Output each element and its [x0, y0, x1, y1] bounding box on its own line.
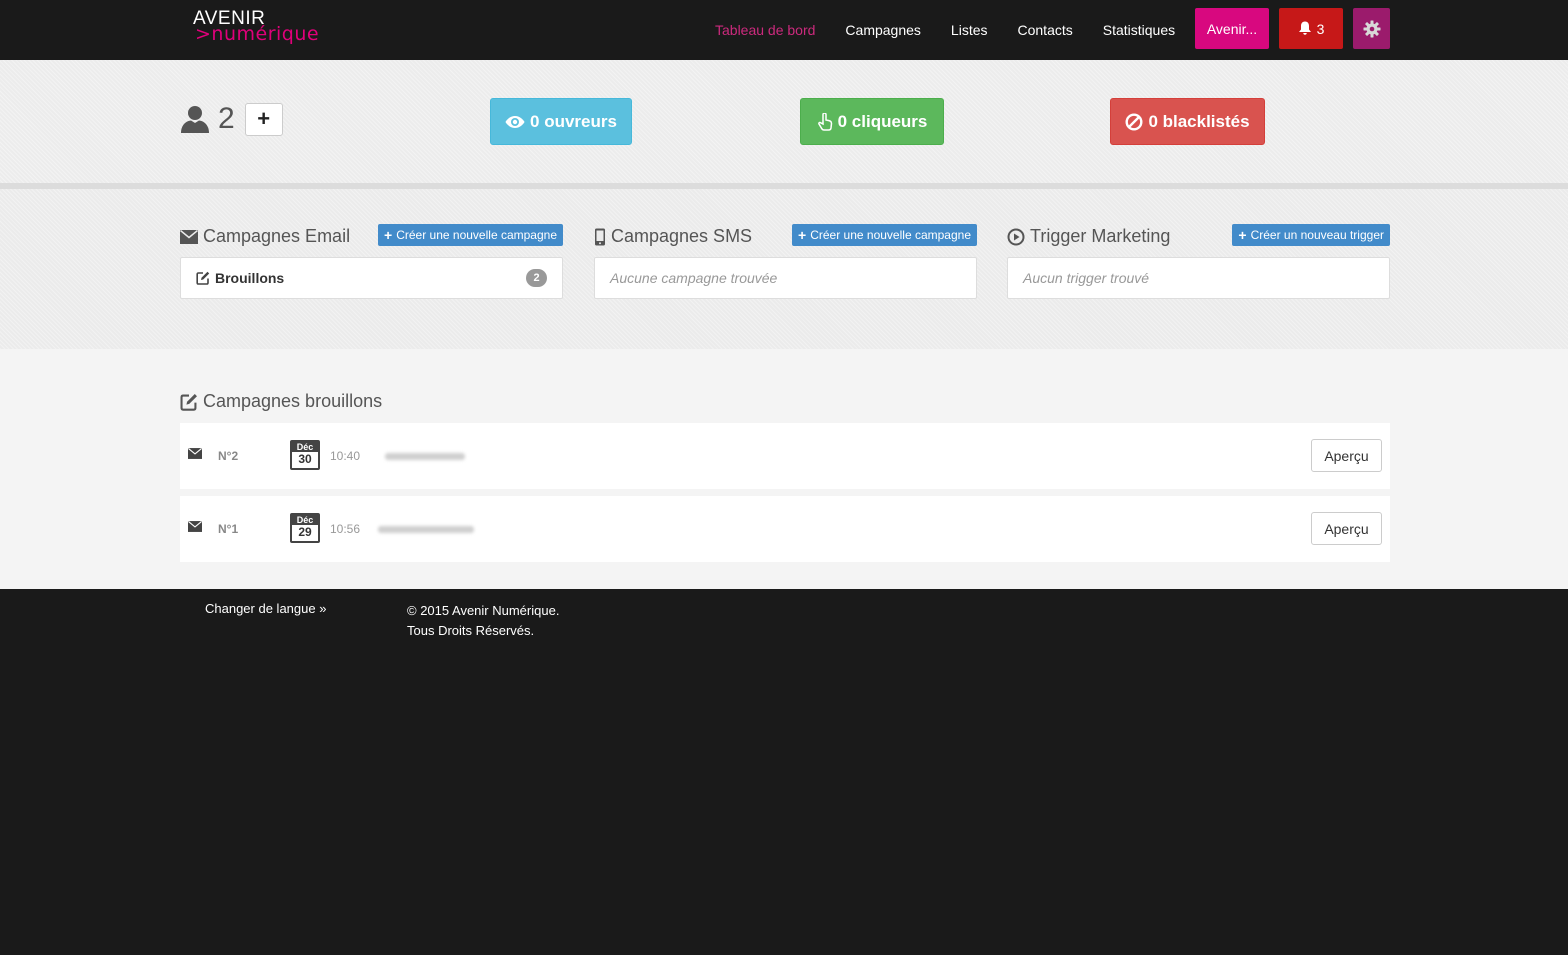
- nav-item-campaigns[interactable]: Campagnes: [830, 22, 936, 38]
- draft-time: 10:40: [330, 449, 361, 463]
- create-trigger-button[interactable]: + Créer un nouveau trigger: [1232, 224, 1390, 246]
- clickers-button[interactable]: 0 cliqueurs: [800, 98, 944, 145]
- trigger-marketing-panel: Trigger Marketing + Créer un nouveau tri…: [1007, 224, 1390, 299]
- trigger-marketing-title: Trigger Marketing: [1030, 226, 1171, 246]
- envelope-icon: [188, 448, 202, 459]
- envelope-icon: [180, 229, 198, 244]
- account-button[interactable]: Avenir...: [1195, 8, 1269, 49]
- openers-label: 0 ouvreurs: [530, 111, 617, 131]
- footer-copyright: © 2015 Avenir Numérique. Tous Droits Rés…: [407, 601, 559, 641]
- create-trigger-label: Créer un nouveau trigger: [1250, 228, 1384, 242]
- draft-campaigns-heading: Campagnes brouillons: [180, 391, 382, 412]
- nav-item-statistics[interactable]: Statistiques: [1088, 22, 1190, 38]
- hand-pointer-icon: [817, 112, 832, 131]
- play-circle-icon: [1007, 228, 1025, 245]
- calendar-day: 30: [298, 452, 312, 466]
- calendar-month: Déc: [292, 442, 318, 452]
- users-summary: 2 +: [180, 102, 283, 136]
- email-campaigns-panel: Campagnes Email + Créer une nouvelle cam…: [180, 224, 563, 299]
- blacklisted-label: 0 blacklistés: [1148, 111, 1250, 131]
- plus-icon: +: [384, 227, 393, 243]
- main-nav: Tableau de bord Campagnes Listes Contact…: [700, 0, 1190, 60]
- calendar-day: 29: [298, 525, 312, 539]
- plus-icon: +: [1238, 227, 1247, 243]
- draft-time: 10:56: [330, 522, 361, 536]
- nav-item-dashboard[interactable]: Tableau de bord: [700, 22, 830, 38]
- trigger-empty-text: Aucun trigger trouvé: [1023, 270, 1150, 286]
- calendar-date-icon: Déc 29: [290, 513, 320, 543]
- calendar-month: Déc: [292, 515, 318, 525]
- draft-number: N°1: [218, 522, 239, 536]
- draft-campaigns-section: Campagnes brouillons N°2 Déc 30 10:40 Ap…: [0, 349, 1568, 589]
- blacklisted-button[interactable]: 0 blacklistés: [1110, 98, 1265, 145]
- blurred-campaign-name: [378, 526, 474, 533]
- bell-icon: [1298, 21, 1311, 35]
- create-email-campaign-label: Créer une nouvelle campagne: [396, 228, 557, 242]
- sms-campaigns-title: Campagnes SMS: [611, 226, 753, 246]
- gear-icon: [1363, 20, 1380, 37]
- ban-icon: [1125, 112, 1143, 131]
- campaigns-section: Campagnes Email + Créer une nouvelle cam…: [0, 189, 1568, 349]
- copyright-line2: Tous Droits Réservés.: [407, 623, 535, 638]
- edit-icon: [196, 271, 210, 285]
- nav-item-lists[interactable]: Listes: [936, 22, 1003, 38]
- notifications-button[interactable]: 3: [1279, 8, 1343, 49]
- sms-empty-text: Aucune campagne trouvée: [610, 270, 778, 286]
- users-count: 2: [218, 102, 235, 135]
- notifications-count: 3: [1316, 20, 1325, 37]
- draft-number: N°2: [218, 449, 239, 463]
- envelope-icon: [188, 521, 202, 532]
- table-row: N°2 Déc 30 10:40 Aperçu: [180, 423, 1390, 489]
- email-campaigns-title: Campagnes Email: [203, 226, 351, 246]
- eye-icon: [505, 115, 525, 128]
- clickers-label: 0 cliqueurs: [837, 111, 928, 131]
- blurred-campaign-name: [385, 453, 465, 460]
- edit-icon: [180, 393, 197, 411]
- top-navbar: AVENIR >numérique Tableau de bord Campag…: [0, 0, 1568, 60]
- brand-logo[interactable]: AVENIR >numérique: [193, 8, 333, 50]
- email-drafts-count-badge: 2: [526, 269, 547, 287]
- trigger-list: Aucun trigger trouvé: [1007, 257, 1390, 299]
- stats-section: 2 + 0 ouvreurs 0 cliqueurs 0 blacklistés: [0, 60, 1568, 185]
- email-drafts-item[interactable]: Brouillons 2: [180, 257, 563, 299]
- create-sms-campaign-label: Créer une nouvelle campagne: [810, 228, 971, 242]
- change-language-link[interactable]: Changer de langue »: [205, 601, 326, 616]
- draft-campaigns-title: Campagnes brouillons: [203, 391, 383, 411]
- nav-item-contacts[interactable]: Contacts: [1003, 22, 1088, 38]
- settings-button[interactable]: [1353, 8, 1390, 49]
- openers-button[interactable]: 0 ouvreurs: [490, 98, 632, 145]
- brand-logo-line2: >numérique: [195, 23, 320, 45]
- preview-button[interactable]: Aperçu: [1311, 512, 1382, 545]
- add-user-button[interactable]: +: [244, 102, 283, 136]
- calendar-date-icon: Déc 30: [290, 440, 320, 470]
- plus-icon: +: [798, 227, 807, 243]
- preview-button[interactable]: Aperçu: [1311, 439, 1382, 472]
- email-drafts-label: Brouillons: [215, 270, 285, 286]
- copyright-line1: © 2015 Avenir Numérique.: [407, 603, 560, 618]
- sms-campaigns-panel: Campagnes SMS + Créer une nouvelle campa…: [594, 224, 977, 299]
- create-email-campaign-button[interactable]: + Créer une nouvelle campagne: [378, 224, 563, 246]
- table-row: N°1 Déc 29 10:56 Aperçu: [180, 496, 1390, 562]
- sms-campaigns-list: Aucune campagne trouvée: [594, 257, 977, 299]
- create-sms-campaign-button[interactable]: + Créer une nouvelle campagne: [792, 224, 977, 246]
- mobile-phone-icon: [595, 228, 605, 245]
- user-icon: [181, 106, 209, 133]
